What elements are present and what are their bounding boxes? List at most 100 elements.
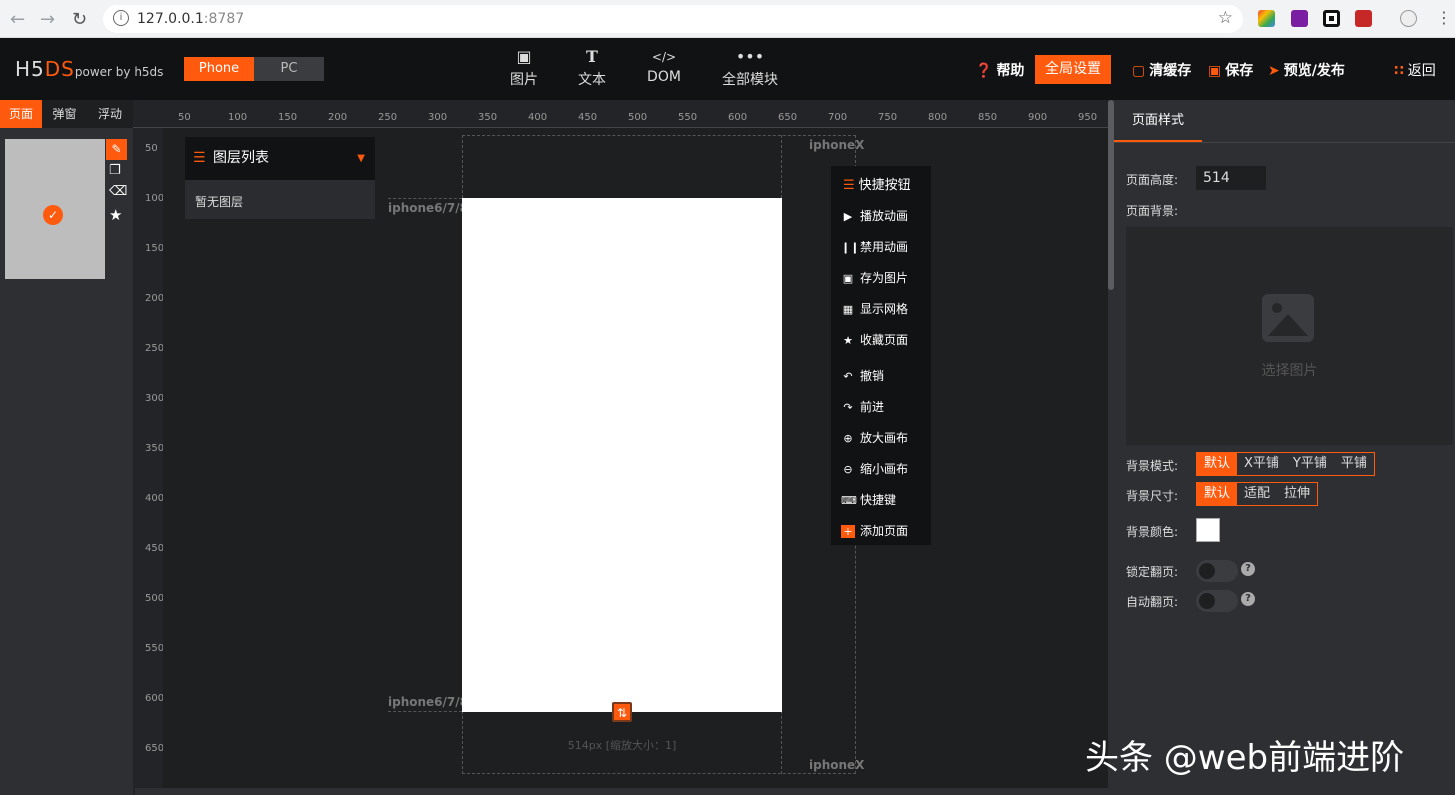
bg-color-swatch[interactable] [1196,518,1220,542]
profile-avatar-icon[interactable] [1400,10,1417,27]
menu-kebab-icon[interactable]: ⋮ [1436,8,1452,27]
grid-icon: ▦ [842,303,854,316]
ruler-y-label: 250 [145,343,165,354]
bg-size-stretch[interactable]: 拉伸 [1277,483,1317,505]
star-icon[interactable]: ★ [109,206,122,224]
global-settings-button[interactable]: 全局设置 [1035,55,1111,84]
ruler-y-label: 100 [145,193,165,204]
back-arrow-icon[interactable]: ← [10,9,25,30]
clear-cache-button[interactable]: ▢ 清缓存 [1132,60,1191,80]
tab-popups[interactable]: 弹窗 [42,100,87,128]
copy-icon[interactable]: ❐ [109,163,121,178]
bg-mode-default[interactable]: 默认 [1197,453,1238,475]
forward-arrow-icon[interactable]: → [40,9,55,30]
tab-pages[interactable]: 页面 [0,100,42,128]
url-text: 127.0.0.1:8787 [137,11,245,27]
ruler-y-label: 50 [145,143,158,154]
bg-mode-repeat-x[interactable]: X平铺 [1237,453,1286,475]
device-label: iphone6/7/8 [388,201,468,215]
shortcuts-button[interactable]: ⌨ 快捷键 [841,491,896,508]
resize-height-handle[interactable]: ⇅ [612,702,632,722]
layers-empty-text: 暂无图层 [195,195,244,209]
ruler-x-label: 350 [478,112,498,123]
choose-image-label: 选择图片 [1261,363,1318,379]
extension-square-icon[interactable] [1323,10,1340,27]
delete-icon[interactable]: ⌫ [109,184,127,199]
ruler-x-label: 150 [278,112,298,123]
ruler-x-label: 950 [1078,112,1098,123]
zoom-out-icon: ⊖ [843,463,853,476]
address-bar[interactable]: i 127.0.0.1:8787 ☆ [103,5,1243,33]
send-icon: ➤ [1268,63,1280,79]
help-button[interactable]: ❓ 帮助 [975,60,1024,80]
page-height-input[interactable]: 514 [1196,166,1266,190]
ruler-x-label: 200 [328,112,348,123]
add-page-button[interactable]: + 添加页面 [841,522,908,539]
ruler-x-label: 450 [578,112,598,123]
lock-flip-toggle[interactable] [1196,560,1238,582]
tool-image-button[interactable]: ▣ 图片 [489,47,559,89]
zoom-in-button[interactable]: ⊕ 放大画布 [841,429,908,446]
back-button[interactable]: ∷ 返回 [1394,60,1436,80]
bg-mode-repeat-y[interactable]: Y平铺 [1286,453,1334,475]
edit-pencil-icon[interactable]: ✎ [106,139,127,160]
more-icon: ••• [735,47,765,66]
ruler-x-label: 600 [728,112,748,123]
bg-mode-selector: 默认 X平铺 Y平铺 平铺 [1196,452,1375,476]
device-label: iphone6/7/8 [388,695,468,709]
extension-color-icon[interactable] [1258,10,1275,27]
tab-page-style[interactable]: 页面样式 [1114,100,1202,142]
auto-flip-toggle[interactable] [1196,590,1238,612]
pause-icon: ❙❙ [841,241,860,254]
star-icon: ★ [843,334,853,347]
bookmark-star-icon[interactable]: ☆ [1218,8,1233,28]
ruler-y-label: 650 [145,743,165,754]
reload-icon[interactable]: ↻ [72,9,87,30]
grid-icon: ∷ [1394,63,1404,79]
show-grid-button[interactable]: ▦ 显示网格 [841,300,908,317]
ruler-x-label: 850 [978,112,998,123]
help-question-icon[interactable]: ? [1241,562,1255,576]
undo-button[interactable]: ↶ 撤销 [841,367,884,384]
save-button[interactable]: ▣ 保存 [1208,60,1253,80]
tool-text-button[interactable]: T 文本 [557,47,627,89]
ruler-y-label: 300 [145,393,165,404]
help-question-icon[interactable]: ? [1241,592,1255,606]
extension-red-icon[interactable] [1355,10,1372,27]
ruler-x-label: 550 [678,112,698,123]
mode-phone-button[interactable]: Phone [184,57,254,81]
extension-rp-icon[interactable] [1291,10,1308,27]
page-size-label: 514px [缩放大小：1] [567,739,677,752]
zoom-out-button[interactable]: ⊖ 缩小画布 [841,460,908,477]
device-label: iphoneX [809,138,865,152]
mode-pc-button[interactable]: PC [254,57,324,81]
favorite-page-button[interactable]: ★ 收藏页面 [841,331,908,348]
preview-publish-button[interactable]: ➤ 预览/发布 [1268,60,1345,80]
list-icon: ☰ [193,150,206,166]
ruler-y-label: 500 [145,593,165,604]
tool-all-modules-button[interactable]: ••• 全部模块 [715,47,785,89]
play-icon: ▶ [843,210,853,223]
image-icon: ▣ [842,272,854,285]
save-as-image-button[interactable]: ▣ 存为图片 [841,269,908,286]
info-icon[interactable]: i [113,10,129,26]
ruler-x-label: 650 [778,112,798,123]
caret-down-icon[interactable]: ▼ [357,137,365,180]
ruler-x-label: 250 [378,112,398,123]
undo-icon: ↶ [843,370,853,383]
bg-mode-repeat[interactable]: 平铺 [1334,453,1374,475]
ruler-x-label: 100 [228,112,248,123]
tool-dom-button[interactable]: </> DOM [629,47,699,85]
ruler-y-label: 450 [145,543,165,554]
page-canvas[interactable] [462,198,782,712]
bg-size-default[interactable]: 默认 [1197,483,1238,505]
tab-floating[interactable]: 浮动 [87,100,133,128]
play-animation-button[interactable]: ▶ 播放动画 [841,207,908,224]
disable-animation-button[interactable]: ❙❙禁用动画 [841,238,908,255]
horizontal-scrollbar[interactable] [135,788,1110,795]
iphone678-guide-top [388,198,462,199]
bg-size-fit[interactable]: 适配 [1237,483,1277,505]
layers-panel-header[interactable]: ☰ 图层列表 ▼ [185,137,375,180]
redo-button[interactable]: ↷ 前进 [841,398,884,415]
ruler-y-label: 400 [145,493,165,504]
